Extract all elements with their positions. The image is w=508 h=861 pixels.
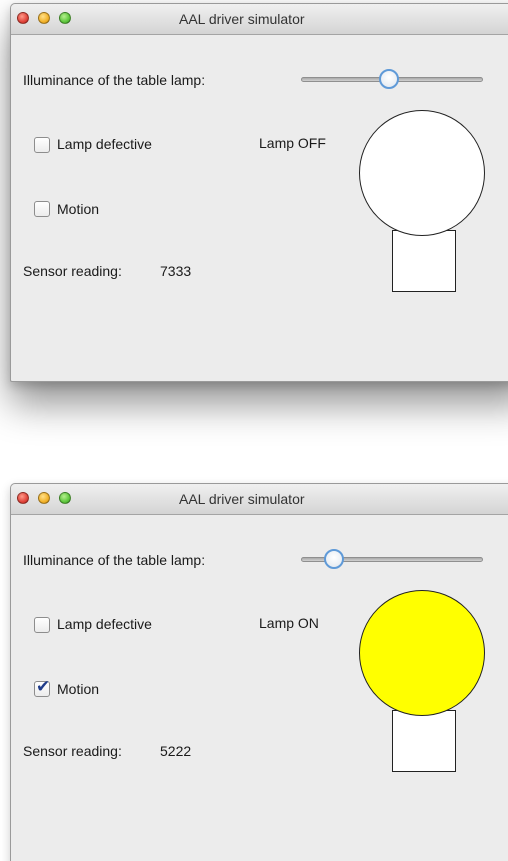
illuminance-label: Illuminance of the table lamp:	[23, 72, 206, 88]
sensor-reading-value: 5222	[160, 743, 192, 759]
motion-label[interactable]: Motion	[57, 681, 99, 697]
close-window-icon[interactable]	[17, 492, 29, 504]
simulator-window-2: AAL driver simulator Illuminance of the …	[10, 483, 508, 861]
screenshot-stage: AAL driver simulator Illuminance of the …	[0, 0, 508, 861]
lamp-defective-checkbox[interactable]	[34, 617, 50, 633]
illuminance-label: Illuminance of the table lamp:	[23, 552, 206, 568]
lamp-bulb	[359, 110, 485, 236]
window-title: AAL driver simulator	[179, 11, 305, 27]
title-bar[interactable]: AAL driver simulator	[11, 484, 508, 515]
zoom-window-icon[interactable]	[59, 12, 71, 24]
lamp-base	[392, 230, 456, 292]
motion-checkbox[interactable]	[34, 201, 50, 217]
simulator-window-1: AAL driver simulator Illuminance of the …	[10, 3, 508, 382]
lamp-status-text: Lamp ON	[259, 615, 319, 631]
illuminance-slider-knob[interactable]	[323, 549, 344, 569]
title-bar[interactable]: AAL driver simulator	[11, 4, 508, 35]
lamp-base	[392, 710, 456, 772]
motion-checkbox[interactable]	[34, 677, 50, 697]
sensor-reading-value: 7333	[160, 263, 192, 279]
zoom-window-icon[interactable]	[59, 492, 71, 504]
illuminance-slider-knob[interactable]	[378, 69, 399, 89]
lamp-defective-label[interactable]: Lamp defective	[57, 136, 152, 152]
window-title: AAL driver simulator	[179, 491, 305, 507]
lamp-defective-checkbox[interactable]	[34, 137, 50, 153]
lamp-status-text: Lamp OFF	[259, 135, 326, 151]
close-window-icon[interactable]	[17, 12, 29, 24]
lamp-defective-label[interactable]: Lamp defective	[57, 616, 152, 632]
minimize-window-icon[interactable]	[38, 492, 50, 504]
lamp-bulb	[359, 590, 485, 716]
minimize-window-icon[interactable]	[38, 12, 50, 24]
motion-label[interactable]: Motion	[57, 201, 99, 217]
sensor-reading-label: Sensor reading:	[23, 743, 122, 759]
sensor-reading-label: Sensor reading:	[23, 263, 122, 279]
